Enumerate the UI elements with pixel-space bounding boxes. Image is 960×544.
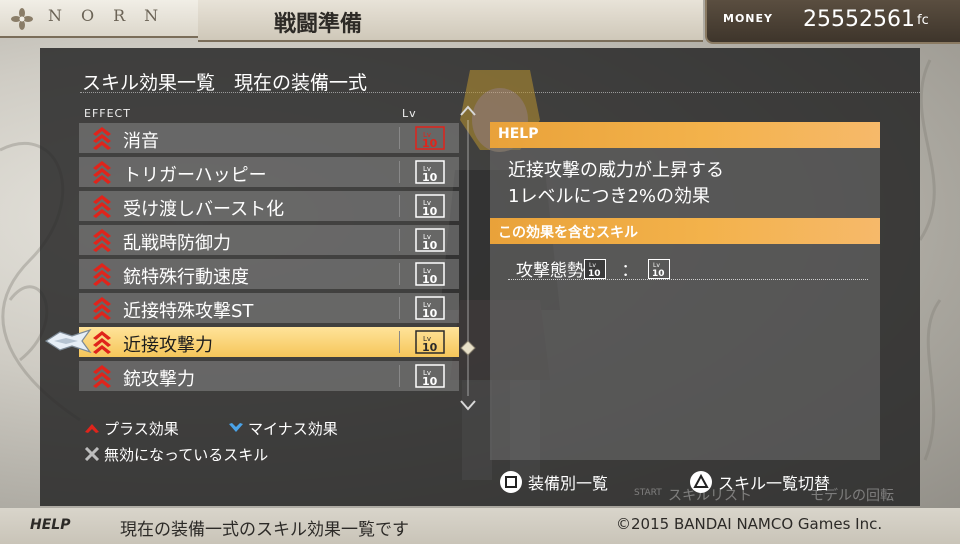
level-badge-icon: Lv10	[415, 228, 445, 252]
effect-level: 10	[422, 239, 438, 252]
effect-total-level-icon: Lv10	[648, 259, 671, 279]
plus-effect-icon	[93, 195, 111, 218]
money-display: MONEY 25552561 fc	[705, 0, 960, 44]
level-badge-icon: Lv10	[415, 330, 445, 354]
effect-level: 10	[422, 375, 438, 388]
source-skill-level: 10	[588, 269, 601, 279]
effect-row-selected[interactable]: 近接攻撃力 Lv 10	[79, 327, 459, 357]
help-header: HELP	[498, 126, 539, 142]
effect-row[interactable]: 銃特殊行動速度 Lv 10	[79, 259, 459, 289]
effect-name: 受け渡しバースト化	[123, 199, 285, 220]
svg-text:Lv: Lv	[589, 262, 596, 269]
effect-level: 10	[422, 307, 438, 320]
title-plate: 戦闘準備	[198, 0, 703, 42]
effect-name: 銃特殊行動速度	[123, 267, 249, 288]
effect-row[interactable]: 銃攻撃力 Lv 10	[79, 361, 459, 391]
money-label: MONEY	[723, 12, 773, 25]
effect-level: 10	[422, 137, 438, 150]
column-header-effect: EFFECT	[84, 107, 131, 120]
square-button-icon	[500, 471, 522, 493]
money-value: 25552561	[803, 7, 915, 32]
skills-header: この効果を含むスキル	[498, 225, 638, 241]
lv-divider	[399, 331, 400, 353]
lv-divider	[399, 161, 400, 183]
effect-name: 近接攻撃力	[123, 335, 213, 356]
effect-row[interactable]: 乱戦時防御力 Lv 10	[79, 225, 459, 255]
copyright: ©2015 BANDAI NAMCO Games Inc.	[616, 515, 883, 533]
brand-plate: NORN	[0, 0, 200, 38]
lv-divider	[399, 365, 400, 387]
effect-level: 10	[422, 171, 438, 184]
effect-row[interactable]: 消音 Lv 10	[79, 123, 459, 153]
effect-level: 10	[422, 341, 438, 354]
svg-text:Lv: Lv	[653, 262, 660, 269]
legend-plus-label: プラス効果	[104, 420, 179, 438]
flower-emblem-icon	[11, 8, 33, 30]
level-badge-icon: Lv10	[415, 160, 445, 184]
level-badge-icon: Lv10	[415, 262, 445, 286]
effect-name: トリガーハッピー	[123, 165, 267, 186]
level-badge-icon: Lv10	[415, 126, 445, 150]
effect-level: 10	[422, 273, 438, 286]
effect-name: 近接特殊攻撃ST	[123, 301, 254, 322]
level-badge-icon: Lv10	[415, 296, 445, 320]
screen-title: 戦闘準備	[274, 12, 363, 37]
effect-name: 銃攻撃力	[123, 369, 195, 390]
disabled-cross-icon	[84, 447, 100, 461]
column-header-lv: Lv	[402, 107, 417, 120]
level-badge-icon: Lv10	[415, 364, 445, 388]
selection-cursor-icon	[44, 328, 92, 354]
skill-separator: ：	[621, 261, 639, 281]
source-skill-name: 攻撃態勢	[516, 261, 584, 281]
footer-bar: HELP 現在の装備一式のスキル効果一覧です ©2015 BANDAI NAMC…	[0, 508, 960, 544]
lv-divider	[399, 263, 400, 285]
lv-divider	[399, 297, 400, 319]
panel-title: スキル効果一覧 現在の装備一式	[82, 72, 368, 94]
start-button-label: START	[634, 488, 662, 498]
plus-effect-icon	[93, 161, 111, 184]
help-header-bar: HELP	[490, 122, 880, 148]
minus-arrow-icon	[229, 423, 243, 432]
money-unit: fc	[917, 13, 929, 28]
scrollbar-thumb[interactable]	[460, 340, 476, 356]
legend-minus-label: マイナス効果	[248, 420, 338, 438]
plus-effect-icon	[93, 127, 111, 150]
effect-level: 10	[422, 205, 438, 218]
plus-effect-icon	[93, 365, 111, 388]
plus-effect-icon	[93, 297, 111, 320]
effect-name: 消音	[123, 131, 159, 152]
effect-row[interactable]: 受け渡しバースト化 Lv 10	[79, 191, 459, 221]
scroll-down-icon[interactable]	[460, 398, 476, 412]
top-bar: NORN 戦闘準備 MONEY 25552561 fc	[0, 0, 960, 46]
effect-row[interactable]: トリガーハッピー Lv 10	[79, 157, 459, 187]
help-line-2: 1レベルにつき2%の効果	[508, 186, 711, 207]
skill-list-hint: スキルリスト	[668, 488, 752, 504]
skill-level-icon: Lv10	[584, 259, 606, 279]
scroll-up-icon[interactable]	[460, 104, 476, 118]
source-skill-row[interactable]: 攻撃態勢 Lv 10 ： Lv 10	[516, 256, 671, 281]
lv-divider	[399, 195, 400, 217]
plus-arrow-icon	[85, 424, 99, 433]
lv-divider	[399, 229, 400, 251]
footer-help-text: 現在の装備一式のスキル効果一覧です	[120, 520, 409, 540]
footer-help-tag: HELP	[30, 517, 71, 533]
skills-header-bar: この効果を含むスキル	[490, 218, 880, 244]
effect-list: 消音 Lv 10 トリガーハッピー Lv 10 受け渡しバースト化 Lv 10 乱戦時…	[79, 123, 459, 395]
lv-divider	[399, 127, 400, 149]
effect-row[interactable]: 近接特殊攻撃ST Lv 10	[79, 293, 459, 323]
model-rotate-hint: モデルの回転	[810, 488, 894, 504]
legend-disabled-label: 無効になっているスキル	[104, 446, 269, 464]
level-badge-icon: Lv10	[415, 194, 445, 218]
skill-divider	[508, 279, 868, 280]
plus-effect-icon	[93, 331, 111, 354]
help-line-1: 近接攻撃の威力が上昇する	[508, 160, 724, 181]
effect-name: 乱戦時防御力	[123, 233, 231, 254]
brand-name: NORN	[48, 6, 178, 25]
plus-effect-icon	[93, 229, 111, 252]
by-equipment-label: 装備別一覧	[528, 474, 609, 493]
effect-total-level: 10	[652, 269, 665, 279]
plus-effect-icon	[93, 263, 111, 286]
by-equipment-hint[interactable]: 装備別一覧	[500, 470, 608, 494]
